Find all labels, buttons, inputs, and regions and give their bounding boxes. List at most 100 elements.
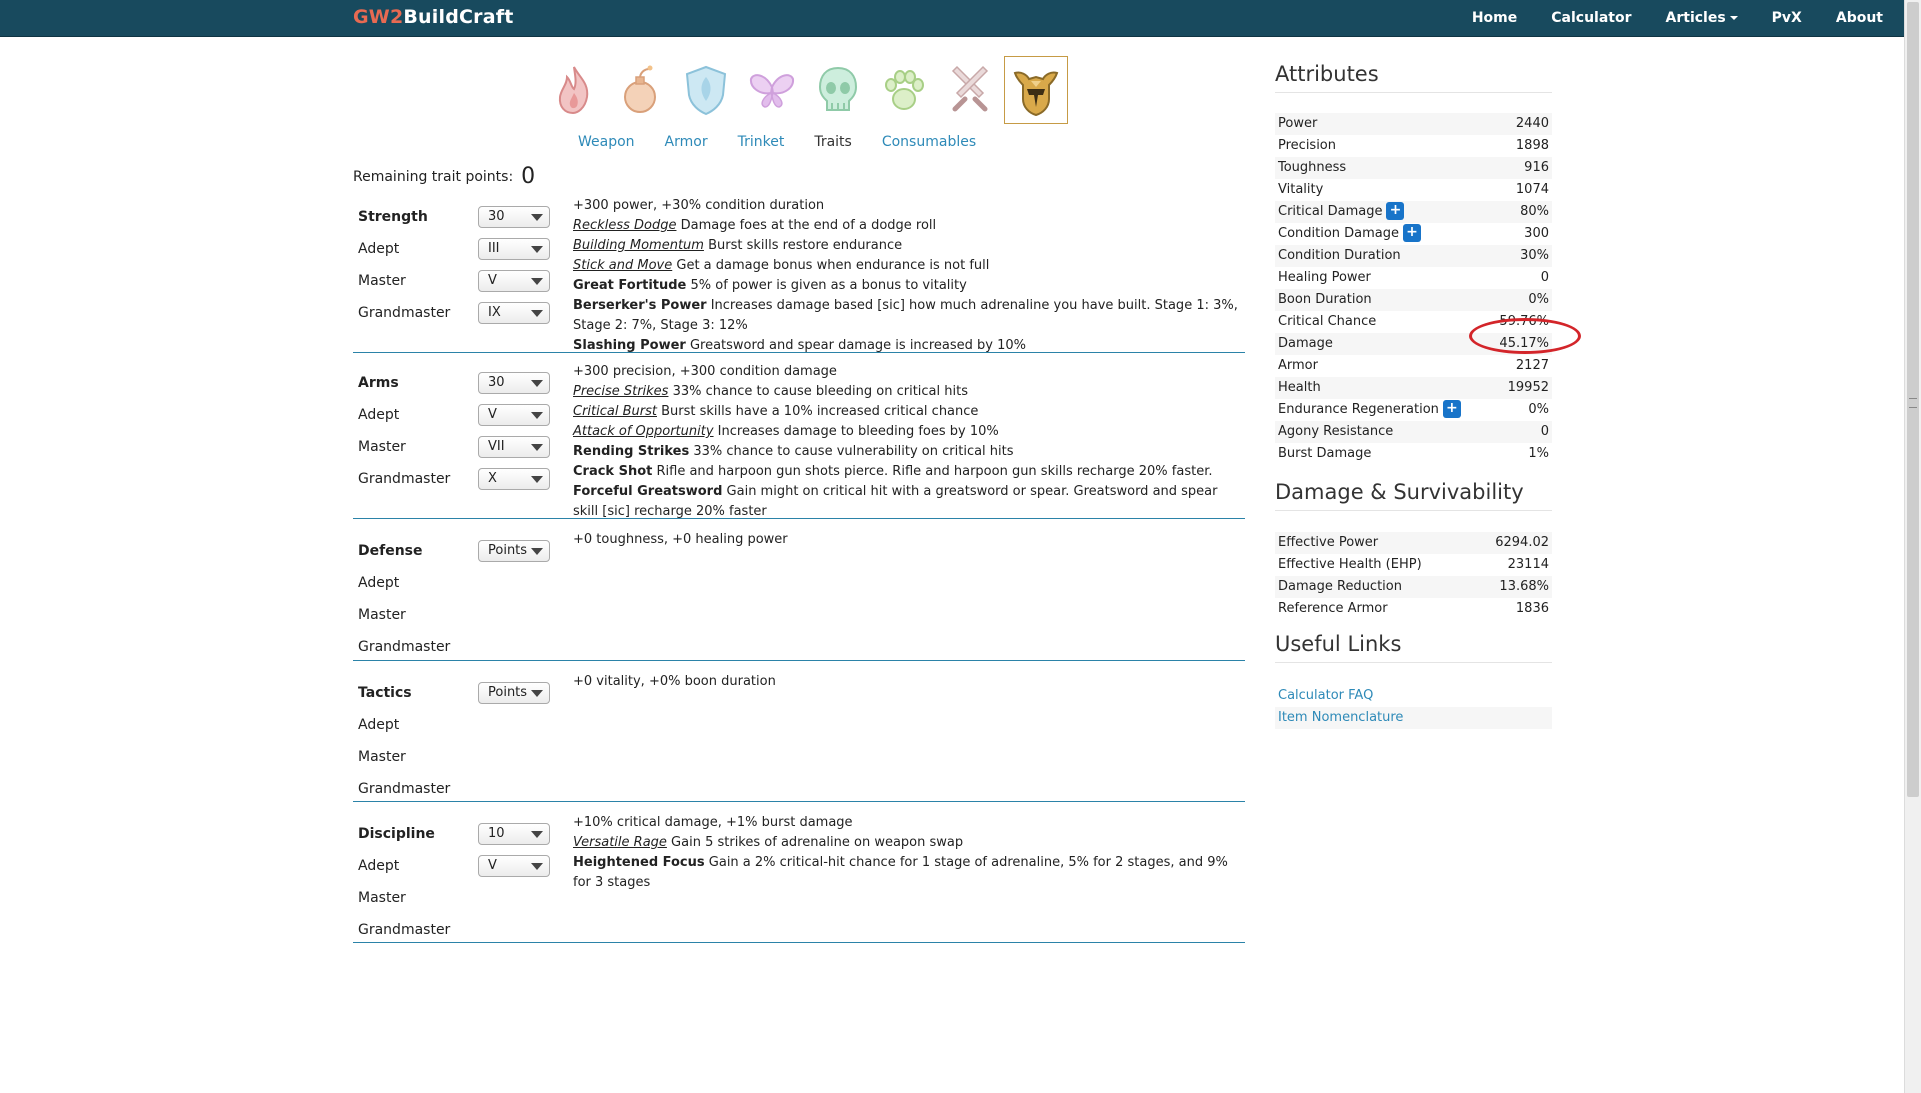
expand-plus-button[interactable]: +: [1442, 400, 1461, 418]
trait-name-major[interactable]: Heightened Focus: [573, 855, 705, 870]
stat-row-precision: Precision 1898: [1275, 135, 1552, 157]
dropdown-arrow-icon: [531, 380, 543, 387]
trait-name-minor[interactable]: Attack of Opportunity: [573, 424, 714, 439]
trait-effect-text: Get a damage bonus when endurance is not…: [672, 258, 990, 273]
trait-line-description: +300 precision, +300 condition damage Pre…: [573, 362, 1245, 522]
brand-logo[interactable]: GW2BuildCraft: [353, 6, 514, 28]
trait-choice-select[interactable]: III: [478, 238, 550, 260]
tab-consumables[interactable]: Consumables: [882, 134, 976, 150]
stat-row-boon-duration: Boon Duration 0%: [1275, 289, 1552, 311]
trait-line-name: Tactics: [358, 685, 412, 701]
tab-trinket[interactable]: Trinket: [738, 134, 785, 150]
trait-points-select[interactable]: 30: [478, 372, 550, 394]
stat-label: Critical Chance: [1278, 314, 1377, 329]
trait-name-major[interactable]: Berserker's Power: [573, 298, 707, 313]
profession-necromancer[interactable]: [806, 56, 870, 124]
stat-value: 1836: [1515, 601, 1549, 616]
trait-name-major[interactable]: Slashing Power: [573, 338, 686, 353]
tab-traits[interactable]: Traits: [814, 134, 852, 150]
trait-effect-text: Rifle and harpoon gun shots pierce. Rifl…: [652, 464, 1213, 479]
nav-menu: Home Calculator Articles PvX About: [1455, 0, 1904, 36]
trait-description-line: Rending Strikes 33% chance to cause vuln…: [573, 442, 1245, 462]
trait-description-line: Building Momentum Burst skills restore e…: [573, 236, 1245, 256]
trait-choice-select[interactable]: V: [478, 404, 550, 426]
stat-row-health: Health 19952: [1275, 377, 1552, 399]
trait-line-description: +10% critical damage, +1% burst damage Ve…: [573, 813, 1245, 893]
trait-effect-text: Greatsword and spear damage is increased…: [685, 338, 1026, 353]
stat-row-burst-damage: Burst Damage 1%: [1275, 443, 1552, 465]
trait-tier-label: Adept: [358, 241, 400, 257]
trait-effect-text: +300 power, +30% condition duration: [573, 198, 825, 213]
expand-plus-button[interactable]: +: [1386, 202, 1405, 220]
select-value: V: [488, 858, 497, 873]
profession-mesmer[interactable]: [740, 56, 804, 124]
link-calculator-faq[interactable]: Calculator FAQ: [1275, 685, 1552, 707]
stat-row-vitality: Vitality 1074: [1275, 179, 1552, 201]
trait-name-minor[interactable]: Precise Strikes: [573, 384, 668, 399]
profession-warrior[interactable]: [1004, 56, 1068, 124]
stat-value: 6294.02: [1495, 535, 1549, 550]
stat-label: Reference Armor: [1278, 601, 1388, 616]
trait-effect-text: +0 toughness, +0 healing power: [573, 532, 788, 547]
trait-choice-select[interactable]: X: [478, 468, 550, 490]
stat-row-agony-resistance: Agony Resistance 0: [1275, 421, 1552, 443]
trait-name-major[interactable]: Crack Shot: [573, 464, 652, 479]
bomb-icon: [624, 65, 656, 113]
dropdown-arrow-icon: [531, 831, 543, 838]
trait-name-minor[interactable]: Building Momentum: [573, 238, 704, 253]
trait-tier-label: Adept: [358, 407, 400, 423]
expand-plus-button[interactable]: +: [1403, 224, 1422, 242]
profession-thief[interactable]: [938, 56, 1002, 124]
trait-description-line: Berserker's Power Increases damage based…: [573, 296, 1245, 336]
trait-description-line: Attack of Opportunity Increases damage t…: [573, 422, 1245, 442]
trait-name-minor[interactable]: Critical Burst: [573, 404, 657, 419]
trait-description-line: Reckless Dodge Damage foes at the end of…: [573, 216, 1245, 236]
nav-item-home[interactable]: Home: [1455, 0, 1534, 36]
trait-choice-select[interactable]: VII: [478, 436, 550, 458]
trait-name-major[interactable]: Forceful Greatsword: [573, 484, 722, 499]
tab-armor[interactable]: Armor: [665, 134, 708, 150]
stat-row-effective-health-ehp: Effective Health (EHP) 23114: [1275, 554, 1552, 576]
profession-elementalist[interactable]: [542, 56, 606, 124]
trait-points-select[interactable]: Points: [478, 682, 550, 704]
trait-choice-select[interactable]: IX: [478, 302, 550, 324]
select-value: 30: [488, 375, 505, 390]
profession-engineer[interactable]: [608, 56, 672, 124]
trait-name-minor[interactable]: Stick and Move: [573, 258, 672, 273]
stat-row-condition-duration: Condition Duration 30%: [1275, 245, 1552, 267]
trait-points-select[interactable]: 30: [478, 206, 550, 228]
stat-value: 2440: [1515, 116, 1549, 131]
nav-item-articles[interactable]: Articles: [1649, 0, 1755, 36]
trait-points-select[interactable]: Points: [478, 540, 550, 562]
nav-item-pvx[interactable]: PvX: [1755, 0, 1819, 36]
tab-weapon[interactable]: Weapon: [578, 134, 635, 150]
trait-name-major[interactable]: Rending Strikes: [573, 444, 689, 459]
trait-effect-text: Increases damage to bleeding foes by 10%: [713, 424, 999, 439]
trait-name-minor[interactable]: Versatile Rage: [573, 835, 667, 850]
stat-label: Health: [1278, 380, 1321, 395]
trait-description-line: Versatile Rage Gain 5 strikes of adrenal…: [573, 833, 1245, 853]
nav-item-calculator[interactable]: Calculator: [1534, 0, 1648, 36]
trait-name-major[interactable]: Great Fortitude: [573, 278, 686, 293]
profession-guardian[interactable]: [674, 56, 738, 124]
stat-label: Condition Duration: [1278, 248, 1401, 263]
trait-effect-text: +0 vitality, +0% boon duration: [573, 674, 776, 689]
link-item-nomenclature[interactable]: Item Nomenclature: [1275, 707, 1552, 729]
trait-choice-select[interactable]: V: [478, 855, 550, 877]
nav-item-about[interactable]: About: [1819, 0, 1904, 36]
page-scrollbar[interactable]: [1904, 0, 1921, 1093]
trait-points-select[interactable]: 10: [478, 823, 550, 845]
trait-effect-text: Gain 5 strikes of adrenaline on weapon s…: [666, 835, 964, 850]
stat-value: 916: [1524, 160, 1549, 175]
stat-value: 0: [1540, 270, 1549, 285]
select-value: 10: [488, 826, 505, 841]
trait-choice-select[interactable]: V: [478, 270, 550, 292]
stat-label: Endurance Regeneration: [1278, 402, 1439, 417]
dropdown-arrow-icon: [531, 310, 543, 317]
trait-description-line: Slashing Power Greatsword and spear dama…: [573, 336, 1245, 356]
profession-ranger[interactable]: [872, 56, 936, 124]
butterfly-icon: [749, 74, 795, 108]
trait-name-minor[interactable]: Reckless Dodge: [573, 218, 676, 233]
trait-description-line: +0 vitality, +0% boon duration: [573, 672, 1245, 692]
stat-value: 30%: [1520, 248, 1549, 263]
